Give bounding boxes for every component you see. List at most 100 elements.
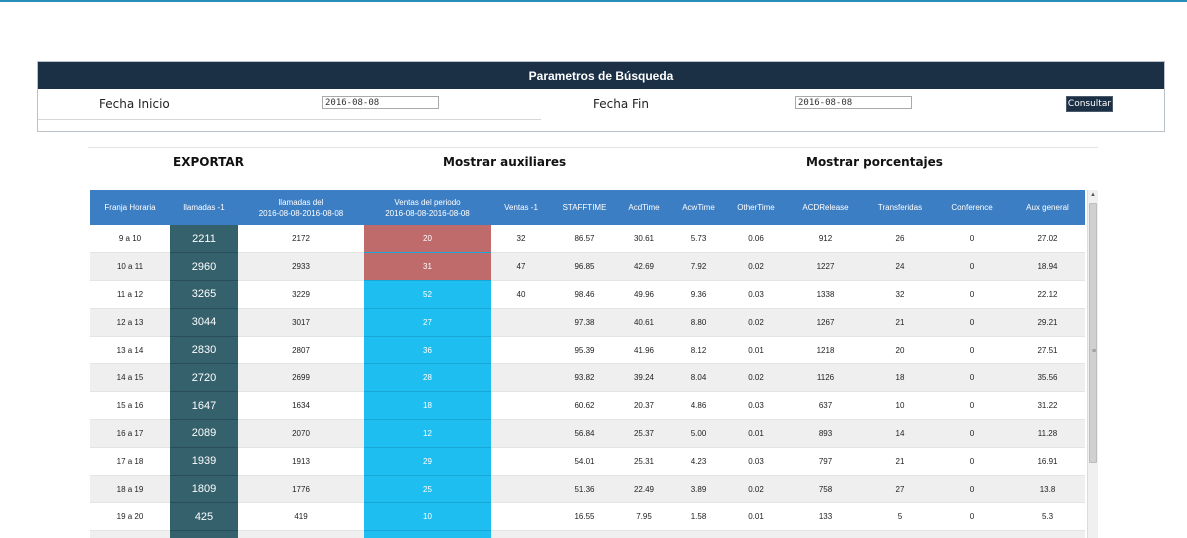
conference-cell: 0 <box>934 308 1010 337</box>
column-header[interactable]: llamadas del 2016-08-08-2016-08-08 <box>238 190 364 225</box>
column-header-label: Conference <box>951 203 993 212</box>
fecha-inicio-input[interactable] <box>322 96 439 109</box>
acwtime-cell: 8.04 <box>670 363 727 393</box>
stafftime-cell: 54.01 <box>551 447 618 476</box>
franja-horaria-cell: 12 a 13 <box>90 308 170 337</box>
llamadas-periodo-cell: 1776 <box>238 475 364 504</box>
acdtime-cell: 49.96 <box>618 280 670 309</box>
acwtime-cell: 8.80 <box>670 308 727 337</box>
llamadas-1-cell: 3265 <box>170 280 238 309</box>
ventas-periodo-cell: 10 <box>364 502 491 532</box>
llamadas-1-cell: 1647 <box>170 391 238 421</box>
stafftime-cell: 56.84 <box>551 419 618 448</box>
stafftime-cell: 96.85 <box>551 252 618 282</box>
conference-cell: 0 <box>934 447 1010 476</box>
table-row: 19 a 20 425 419 10 16.55 7.95 1.58 0.01 133 5 0 5.3 <box>90 502 1085 532</box>
column-header[interactable]: Ventas -1 <box>491 190 551 225</box>
othertime-cell: 0.02 <box>727 363 785 393</box>
franja-horaria-cell: 19 a 20 <box>90 502 170 532</box>
llamadas-1-cell: 1939 <box>170 447 238 476</box>
mostrar-auxiliares-button[interactable]: Mostrar auxiliares <box>443 155 566 169</box>
search-parameters-title: Parametros de Búsqueda <box>38 62 1164 89</box>
ventas-1-cell <box>491 530 551 538</box>
conference-cell: 0 <box>934 475 1010 504</box>
transferidas-cell: 32 <box>866 280 934 309</box>
acdtime-cell: 40.61 <box>618 308 670 337</box>
column-header[interactable]: ACDRelease <box>785 190 866 225</box>
stafftime-cell: 60.62 <box>551 391 618 421</box>
acwtime-cell <box>670 530 727 538</box>
transferidas-cell: 21 <box>866 447 934 476</box>
aux-general-cell: 27.51 <box>1010 336 1085 365</box>
ventas-periodo-cell: 29 <box>364 447 491 476</box>
stafftime-cell: 98.46 <box>551 280 618 309</box>
llamadas-periodo-cell: 1913 <box>238 447 364 476</box>
results-table: Franja Horaria llamadas -1 llamadas del 201… <box>90 190 1085 538</box>
table-row: 13 a 14 2830 2807 36 95.39 41.96 8.12 0.01 1218 2… <box>90 336 1085 365</box>
column-header[interactable]: llamadas -1 <box>170 190 238 225</box>
acdrelease-cell <box>785 530 866 538</box>
acdrelease-cell: 893 <box>785 419 866 448</box>
column-header-label: Ventas -1 <box>504 203 538 212</box>
table-row: 18 a 19 1809 1776 25 51.36 22.49 3.89 0.02 758 27… <box>90 475 1085 504</box>
fecha-inicio-label: Fecha Inicio <box>99 97 170 111</box>
transferidas-cell <box>866 530 934 538</box>
mostrar-porcentajes-button[interactable]: Mostrar porcentajes <box>806 155 943 169</box>
consultar-button[interactable]: Consultar <box>1066 96 1113 112</box>
scroll-up-arrow-icon[interactable]: ▲ <box>1090 192 1096 198</box>
column-header[interactable]: Aux general <box>1010 190 1085 225</box>
column-header[interactable]: STAFFTIME <box>551 190 618 225</box>
table-row: 15 a 16 1647 1634 18 60.62 20.37 4.86 0.03 637 10… <box>90 391 1085 421</box>
ventas-periodo-cell: 20 <box>364 225 491 254</box>
llamadas-periodo-cell: 2933 <box>238 252 364 282</box>
ventas-periodo-cell: 28 <box>364 363 491 393</box>
othertime-cell <box>727 530 785 538</box>
othertime-cell: 0.02 <box>727 475 785 504</box>
llamadas-periodo-cell: 2699 <box>238 363 364 393</box>
acwtime-cell: 8.12 <box>670 336 727 365</box>
franja-horaria-cell: 18 a 19 <box>90 475 170 504</box>
transferidas-cell: 14 <box>866 419 934 448</box>
column-header[interactable]: Franja Horaria <box>90 190 170 225</box>
column-header[interactable]: OtherTime <box>727 190 785 225</box>
llamadas-periodo-cell: 1634 <box>238 391 364 421</box>
aux-general-cell: 31.22 <box>1010 391 1085 421</box>
scroll-thumb[interactable]: ≡ <box>1089 203 1097 463</box>
table-scrollbar[interactable]: ▲ ≡ <box>1087 190 1098 538</box>
column-header[interactable]: Transferidas <box>866 190 934 225</box>
search-parameters-panel: Parametros de Búsqueda Fecha Inicio Fech… <box>37 61 1165 132</box>
franja-horaria-cell: 15 a 16 <box>90 391 170 421</box>
column-header-label: ACDRelease <box>802 203 849 212</box>
conference-cell: 0 <box>934 336 1010 365</box>
column-header[interactable]: Ventas del periodo 2016-08-08-2016-08-08 <box>364 190 491 225</box>
stafftime-cell: 97.38 <box>551 308 618 337</box>
llamadas-periodo-cell <box>238 530 364 538</box>
table-row: 11 a 12 3265 3229 52 40 98.46 49.96 9.36 0.03 133… <box>90 280 1085 309</box>
acwtime-cell: 4.23 <box>670 447 727 476</box>
llamadas-1-cell: 2830 <box>170 336 238 365</box>
othertime-cell: 0.03 <box>727 280 785 309</box>
column-header[interactable]: AcwTime <box>670 190 727 225</box>
llamadas-periodo-cell: 2807 <box>238 336 364 365</box>
acdtime-cell: 7.95 <box>618 502 670 532</box>
ventas-1-cell: 40 <box>491 280 551 309</box>
othertime-cell: 0.06 <box>727 225 785 254</box>
acdtime-cell: 22.49 <box>618 475 670 504</box>
aux-general-cell: 5.3 <box>1010 502 1085 532</box>
column-header[interactable]: Conference <box>934 190 1010 225</box>
fecha-fin-input[interactable] <box>795 96 912 109</box>
llamadas-periodo-cell: 3017 <box>238 308 364 337</box>
ventas-periodo-cell: 31 <box>364 252 491 282</box>
column-header[interactable]: AcdTime <box>618 190 670 225</box>
franja-horaria-cell: 17 a 18 <box>90 447 170 476</box>
ventas-1-cell <box>491 363 551 393</box>
conference-cell: 0 <box>934 280 1010 309</box>
conference-cell: 0 <box>934 363 1010 393</box>
franja-horaria-cell: 13 a 14 <box>90 336 170 365</box>
exportar-button[interactable]: EXPORTAR <box>173 155 244 169</box>
ventas-1-cell <box>491 475 551 504</box>
aux-general-cell: 18.94 <box>1010 252 1085 282</box>
acdrelease-cell: 797 <box>785 447 866 476</box>
table-row: 17 a 18 1939 1913 29 54.01 25.31 4.23 0.03 797 21… <box>90 447 1085 476</box>
column-header-date-range: 2016-08-08-2016-08-08 <box>385 208 470 218</box>
